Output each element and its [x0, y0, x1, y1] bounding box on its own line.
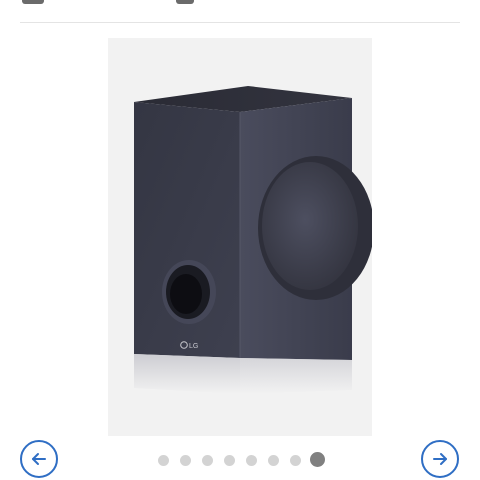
divider — [20, 22, 460, 23]
brand-mark: LG — [189, 343, 198, 350]
arrow-right-icon — [433, 453, 447, 465]
previous-image-button[interactable] — [20, 440, 58, 478]
pagination-dot[interactable] — [224, 455, 235, 466]
image-pagination — [156, 452, 326, 468]
pagination-dot-active[interactable] — [310, 452, 325, 467]
pagination-dot[interactable] — [290, 455, 301, 466]
top-bar — [0, 0, 480, 22]
pagination-dot[interactable] — [268, 455, 279, 466]
product-image: LG — [108, 38, 372, 436]
pagination-dot[interactable] — [158, 455, 169, 466]
next-image-button[interactable] — [421, 440, 459, 478]
pagination-dot[interactable] — [246, 455, 257, 466]
pagination-dot[interactable] — [180, 455, 191, 466]
subwoofer-illustration: LG — [134, 86, 372, 394]
arrow-left-icon — [32, 453, 46, 465]
pagination-dot[interactable] — [202, 455, 213, 466]
top-cutoff-icon — [22, 0, 44, 4]
top-cutoff-icon — [176, 0, 194, 4]
